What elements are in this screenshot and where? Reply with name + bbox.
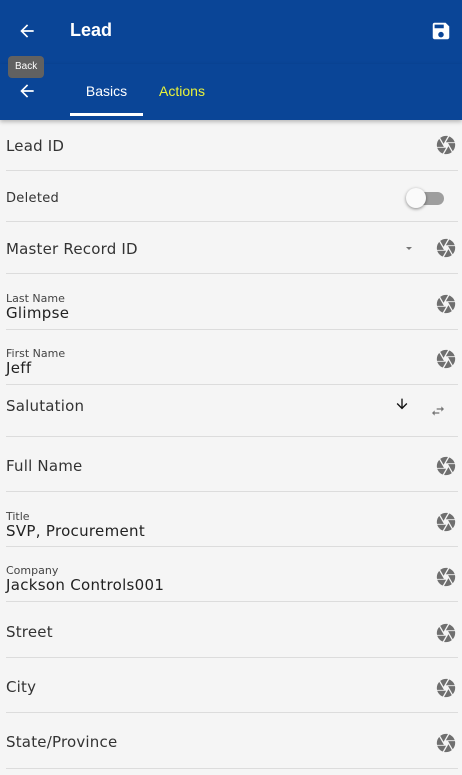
caret-down-icon[interactable]: [406, 247, 412, 250]
field-lead-id[interactable]: Lead ID: [6, 120, 458, 171]
aperture-icon[interactable]: [434, 731, 458, 755]
aperture-icon[interactable]: [434, 292, 458, 316]
field-label: City: [6, 678, 37, 696]
field-full-name[interactable]: Full Name: [6, 437, 458, 492]
aperture-icon[interactable]: [434, 621, 458, 645]
lead-form: Lead ID Deleted Master Record ID Last Na…: [0, 120, 462, 769]
active-tab-indicator: [70, 113, 143, 116]
field-value: Jeff: [6, 359, 32, 377]
aperture-icon[interactable]: [434, 236, 458, 260]
field-label: Lead ID: [6, 137, 65, 155]
aperture-icon[interactable]: [434, 347, 458, 371]
field-label: Master Record ID: [6, 240, 138, 258]
field-title[interactable]: Title SVP, Procurement: [6, 492, 458, 547]
field-city[interactable]: City: [6, 658, 458, 713]
field-first-name[interactable]: First Name Jeff: [6, 330, 458, 385]
field-label: Street: [6, 623, 53, 641]
aperture-icon[interactable]: [434, 454, 458, 478]
aperture-icon[interactable]: [434, 133, 458, 157]
aperture-icon[interactable]: [434, 676, 458, 700]
field-value: SVP, Procurement: [6, 522, 146, 540]
field-deleted: Deleted: [6, 171, 458, 222]
field-company[interactable]: Company Jackson Controls001: [6, 547, 458, 602]
aperture-icon[interactable]: [434, 565, 458, 589]
field-master-record-id[interactable]: Master Record ID: [6, 222, 458, 274]
page-title: Lead: [70, 20, 113, 40]
arrow-left-icon: [20, 84, 34, 98]
tab-actions[interactable]: Actions: [152, 64, 212, 116]
back-button[interactable]: [10, 14, 44, 48]
back-tooltip: Back: [8, 56, 45, 78]
arrow-left-icon: [20, 24, 34, 38]
app-bar: Lead: [0, 0, 462, 64]
field-value: Jackson Controls001: [6, 576, 165, 594]
field-label: Salutation: [6, 397, 85, 415]
deleted-toggle[interactable]: [406, 188, 444, 208]
arrow-down-icon[interactable]: [394, 396, 410, 412]
field-label: State/Province: [6, 733, 118, 751]
field-label: Full Name: [6, 457, 83, 475]
secondary-back-button[interactable]: [10, 74, 44, 108]
save-button[interactable]: [424, 14, 458, 48]
field-last-name[interactable]: Last Name Glimpse: [6, 274, 458, 330]
tab-basics[interactable]: Basics: [70, 64, 143, 116]
field-salutation[interactable]: Salutation: [6, 385, 458, 437]
aperture-icon[interactable]: [434, 510, 458, 534]
field-state-province[interactable]: State/Province: [6, 713, 458, 769]
field-label: Deleted: [6, 191, 60, 206]
floppy-disk-icon: [432, 22, 450, 40]
toggle-thumb: [406, 188, 426, 208]
tab-bar: Basics Actions: [0, 64, 462, 120]
field-street[interactable]: Street: [6, 602, 458, 658]
swap-arrows-icon[interactable]: [428, 403, 448, 419]
field-value: Glimpse: [6, 304, 70, 322]
